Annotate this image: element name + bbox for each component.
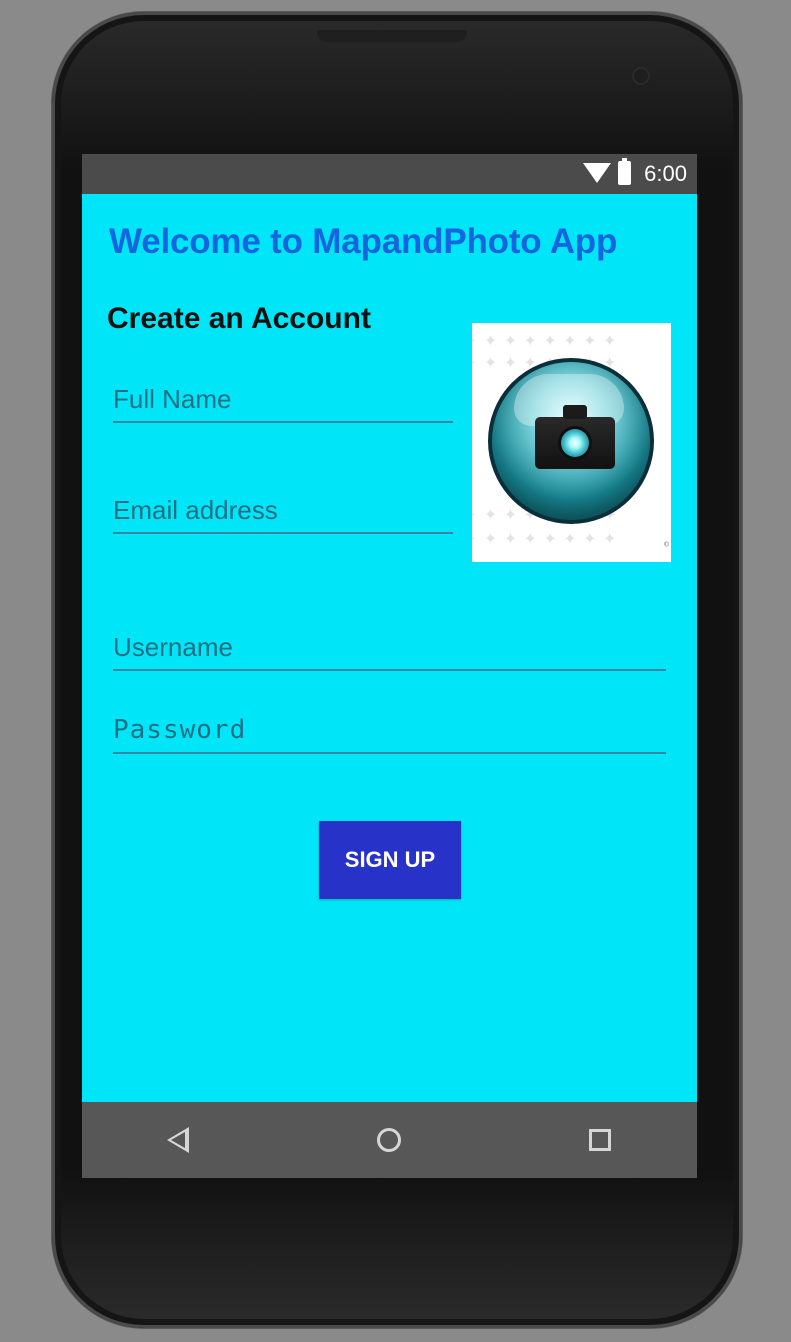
watermark-pattern: ✦ ✦ ✦ ✦ ✦ ✦ ✦ ✦ <box>472 333 618 350</box>
full-name-input[interactable] <box>113 377 453 421</box>
username-field[interactable] <box>113 625 666 671</box>
home-icon <box>377 1128 401 1152</box>
watermark-pattern: ✦ ✦ ✦ ✦ ✦ ✦ ✦ ✦ <box>472 531 618 548</box>
create-account-title: Create an Account <box>107 302 371 335</box>
email-address-field[interactable] <box>113 488 453 534</box>
sign-up-button[interactable]: SIGN UP <box>319 821 461 899</box>
battery-icon <box>618 158 631 185</box>
recent-apps-button[interactable] <box>540 1102 660 1178</box>
username-input[interactable] <box>113 625 666 669</box>
wifi-icon <box>583 163 611 183</box>
password-field[interactable] <box>113 708 666 754</box>
password-input[interactable] <box>113 708 666 752</box>
app-title: Welcome to MapandPhoto App <box>109 222 618 261</box>
home-button[interactable] <box>329 1102 449 1178</box>
status-bar: 6:00 <box>82 154 697 194</box>
back-button[interactable] <box>118 1102 238 1178</box>
full-name-field[interactable] <box>113 377 453 423</box>
email-address-input[interactable] <box>113 488 453 532</box>
camera-icon <box>535 405 615 469</box>
copyright-mark: © <box>663 540 669 548</box>
status-time: 6:00 <box>644 161 687 186</box>
navigation-bar <box>82 1102 697 1178</box>
recent-apps-icon <box>589 1129 611 1151</box>
camera-image: ✦ ✦ ✦ ✦ ✦ ✦ ✦ ✦ ✦ ✦ ✦ ✦ ✦ ✦ ✦ ✦ ✦ ✦ ✦ ✦ … <box>472 323 671 562</box>
device-screen: 6:00 Welcome to MapandPhoto App Create a… <box>82 154 697 1178</box>
camera-badge <box>488 358 654 524</box>
signup-screen: Welcome to MapandPhoto App Create an Acc… <box>82 194 697 1102</box>
back-icon <box>167 1127 189 1153</box>
